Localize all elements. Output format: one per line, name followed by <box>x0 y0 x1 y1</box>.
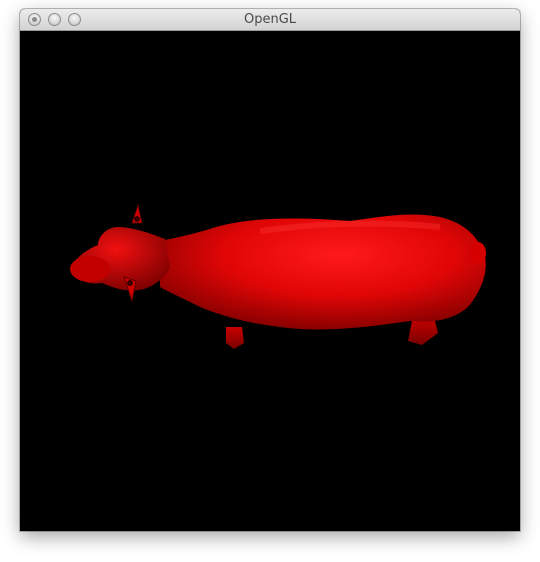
cow-render <box>70 203 486 349</box>
window-title: OpenGL <box>243 12 297 27</box>
cow-ear-detail <box>127 280 133 286</box>
cow-snout <box>70 256 110 282</box>
cow-tail <box>470 242 486 264</box>
opengl-window: OpenGL <box>20 9 520 531</box>
opengl-canvas[interactable] <box>20 31 520 531</box>
title-bar[interactable]: OpenGL <box>20 9 520 31</box>
cow-ear-detail <box>134 216 140 222</box>
cow-body <box>160 214 486 330</box>
cow-leg <box>226 327 244 349</box>
